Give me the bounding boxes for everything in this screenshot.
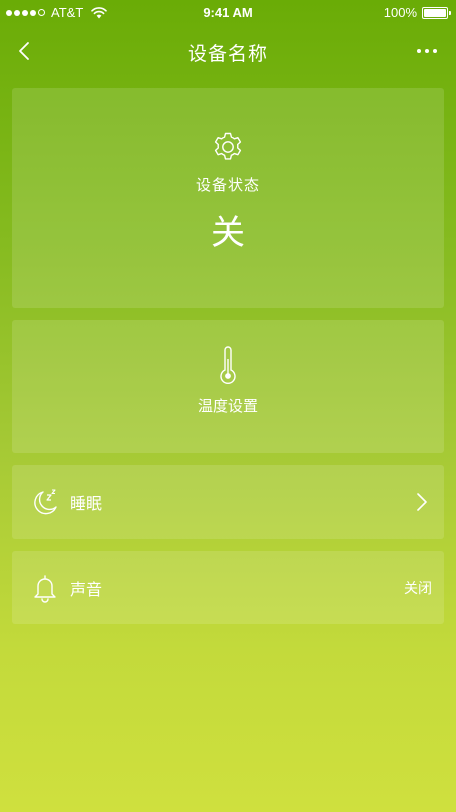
sleep-row[interactable]: 睡眠	[12, 465, 444, 539]
bell-icon	[34, 574, 56, 603]
sound-label: 声音	[70, 579, 103, 599]
navigation-bar: 设备名称	[0, 26, 456, 76]
battery-icon	[422, 6, 451, 19]
status-right: 100%	[383, 5, 451, 20]
more-horizontal-icon	[417, 49, 421, 53]
gear-icon	[214, 132, 242, 160]
battery-percentage: 100%	[383, 5, 417, 20]
temperature-setting-card[interactable]: 温度设置	[12, 320, 444, 453]
device-status-label: 设备状态	[195, 176, 260, 194]
sound-row[interactable]: 声音 关闭	[12, 551, 444, 624]
moon-zzz-icon	[34, 489, 57, 515]
chevron-right-icon	[417, 493, 427, 511]
more-options-button[interactable]	[412, 40, 442, 62]
thermometer-icon	[220, 346, 236, 385]
sound-status-value: 关闭	[404, 580, 432, 597]
sleep-label: 睡眠	[70, 494, 103, 513]
device-status-card[interactable]: 设备状态 关	[12, 88, 444, 308]
device-status-value: 关	[211, 213, 245, 253]
status-bar: AT&T 9:41 AM 100%	[0, 0, 456, 26]
temperature-label: 温度设置	[197, 397, 258, 415]
page-title: 设备名称	[187, 43, 268, 65]
